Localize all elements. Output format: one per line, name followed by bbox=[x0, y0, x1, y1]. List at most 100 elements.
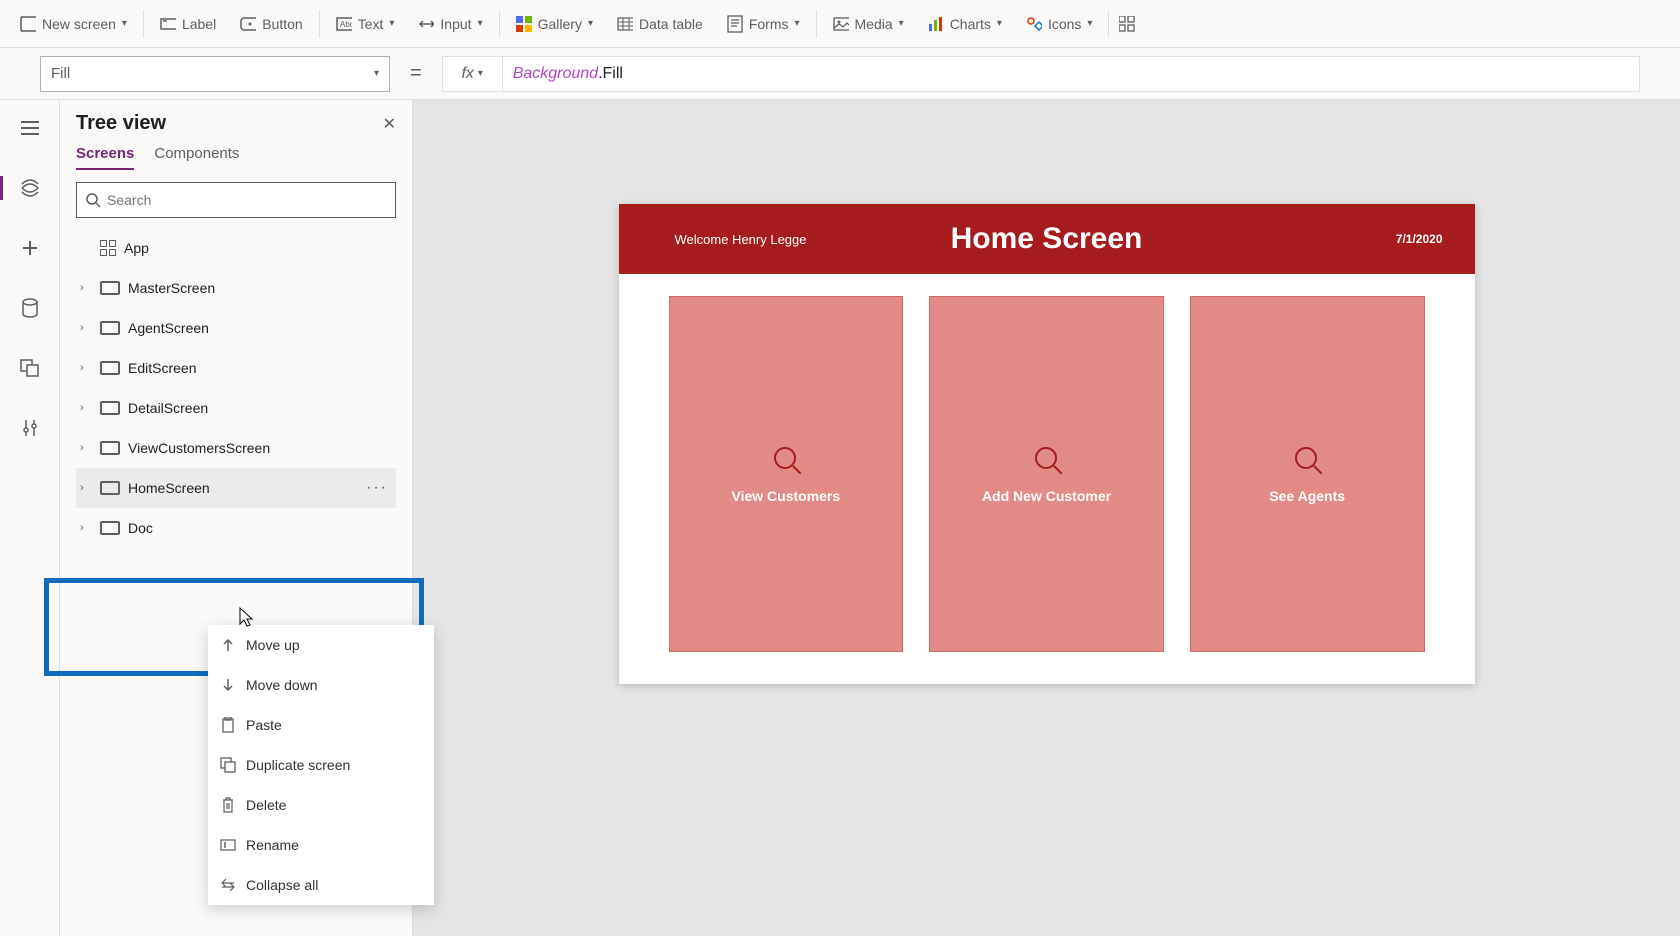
property-value: Fill bbox=[51, 65, 70, 82]
ctx-paste[interactable]: Paste bbox=[208, 705, 434, 745]
input-label: Input bbox=[440, 16, 471, 32]
tree-title: Tree view bbox=[76, 112, 166, 135]
grid-icon bbox=[1119, 16, 1135, 32]
separator bbox=[499, 10, 500, 38]
app-icon bbox=[100, 240, 116, 256]
fx-button[interactable]: fx ▾ bbox=[442, 56, 502, 92]
tree-item-label: AgentScreen bbox=[128, 320, 209, 336]
left-rail bbox=[0, 100, 60, 936]
button-button[interactable]: Button bbox=[228, 1, 314, 47]
chevron-icon: › bbox=[80, 402, 92, 414]
ctx-rename[interactable]: Rename bbox=[208, 825, 434, 865]
tree-view-rail-button[interactable] bbox=[8, 168, 52, 208]
icons-icon bbox=[1026, 16, 1042, 32]
canvas-area[interactable]: Welcome Henry Legge Home Screen 7/1/2020… bbox=[413, 100, 1680, 936]
label-text: Label bbox=[182, 16, 216, 32]
charts-label: Charts bbox=[950, 16, 991, 32]
tree-item-viewcustomersscreen[interactable]: › ViewCustomersScreen bbox=[76, 428, 396, 468]
chevron-down-icon: ▾ bbox=[122, 18, 127, 29]
media-label: Media bbox=[855, 16, 893, 32]
context-menu: Move up Move down Paste Duplicate screen… bbox=[208, 625, 434, 905]
tree-item-editscreen[interactable]: › EditScreen bbox=[76, 348, 396, 388]
forms-icon bbox=[727, 16, 743, 32]
more-options-button[interactable]: ··· bbox=[366, 479, 388, 497]
ctx-label: Duplicate screen bbox=[246, 757, 350, 773]
ctx-move-up[interactable]: Move up bbox=[208, 625, 434, 665]
input-icon bbox=[418, 16, 434, 32]
insert-rail-button[interactable] bbox=[8, 228, 52, 268]
chevron-icon: › bbox=[80, 482, 92, 494]
ctx-label: Collapse all bbox=[246, 877, 318, 893]
tree-item-app[interactable]: › App bbox=[76, 228, 396, 268]
rename-icon bbox=[220, 837, 236, 853]
text-button[interactable]: Abc Text ▾ bbox=[324, 1, 407, 47]
forms-button[interactable]: Forms ▾ bbox=[715, 1, 812, 47]
gallery-button[interactable]: Gallery ▾ bbox=[504, 1, 605, 47]
data-table-button[interactable]: Data table bbox=[605, 1, 715, 47]
screen-icon bbox=[20, 16, 36, 32]
tree-item-agentscreen[interactable]: › AgentScreen bbox=[76, 308, 396, 348]
arrow-down-icon bbox=[220, 677, 236, 693]
tree-item-homescreen[interactable]: › HomeScreen ··· bbox=[76, 468, 396, 508]
search-box[interactable] bbox=[76, 182, 396, 218]
icons-button[interactable]: Icons ▾ bbox=[1014, 1, 1105, 47]
cards-row: View Customers Add New Customer See Agen… bbox=[619, 274, 1475, 674]
card-view-customers[interactable]: View Customers bbox=[669, 296, 904, 652]
ctx-label: Rename bbox=[246, 837, 299, 853]
media-button[interactable]: Media ▾ bbox=[821, 1, 916, 47]
tree-item-doc[interactable]: › Doc bbox=[76, 508, 396, 548]
chevron-down-icon: ▾ bbox=[899, 18, 904, 29]
ctx-label: Delete bbox=[246, 797, 286, 813]
separator bbox=[143, 10, 144, 38]
media-rail-button[interactable] bbox=[8, 348, 52, 388]
tree-list: › App › MasterScreen › AgentScreen › Edi… bbox=[76, 228, 396, 548]
data-table-icon bbox=[617, 16, 633, 32]
chevron-down-icon: ▾ bbox=[374, 68, 379, 79]
fx-label: fx bbox=[461, 65, 473, 83]
tab-screens[interactable]: Screens bbox=[76, 145, 134, 170]
card-see-agents[interactable]: See Agents bbox=[1190, 296, 1425, 652]
button-text: Button bbox=[262, 16, 302, 32]
app-preview-screen[interactable]: Welcome Henry Legge Home Screen 7/1/2020… bbox=[619, 204, 1475, 684]
search-input[interactable] bbox=[107, 192, 387, 208]
icons-label: Icons bbox=[1048, 16, 1081, 32]
screen-icon bbox=[100, 481, 120, 495]
chevron-icon: › bbox=[80, 362, 92, 374]
card-add-customer[interactable]: Add New Customer bbox=[929, 296, 1164, 652]
ctx-collapse-all[interactable]: Collapse all bbox=[208, 865, 434, 905]
chevron-down-icon: ▾ bbox=[478, 18, 483, 29]
hamburger-button[interactable] bbox=[8, 108, 52, 148]
input-button[interactable]: Input ▾ bbox=[406, 1, 494, 47]
chevron-icon: › bbox=[80, 522, 92, 534]
label-button[interactable]: Label bbox=[148, 1, 228, 47]
more-button[interactable] bbox=[1113, 1, 1141, 47]
tree-item-label: MasterScreen bbox=[128, 280, 215, 296]
ctx-delete[interactable]: Delete bbox=[208, 785, 434, 825]
screen-icon bbox=[100, 321, 120, 335]
charts-button[interactable]: Charts ▾ bbox=[916, 1, 1014, 47]
ctx-move-down[interactable]: Move down bbox=[208, 665, 434, 705]
delete-icon bbox=[220, 797, 236, 813]
ctx-duplicate[interactable]: Duplicate screen bbox=[208, 745, 434, 785]
button-icon bbox=[240, 16, 256, 32]
new-screen-button[interactable]: New screen ▾ bbox=[8, 1, 139, 47]
tree-item-masterscreen[interactable]: › MasterScreen bbox=[76, 268, 396, 308]
text-icon: Abc bbox=[336, 16, 352, 32]
data-rail-button[interactable] bbox=[8, 288, 52, 328]
tab-components[interactable]: Components bbox=[154, 145, 239, 170]
screen-icon bbox=[100, 361, 120, 375]
gallery-icon bbox=[516, 16, 532, 32]
search-icon bbox=[1292, 444, 1322, 474]
label-icon bbox=[160, 16, 176, 32]
property-selector[interactable]: Fill ▾ bbox=[40, 56, 390, 92]
tools-rail-button[interactable] bbox=[8, 408, 52, 448]
tree-item-label: App bbox=[124, 240, 149, 256]
gallery-label: Gallery bbox=[538, 16, 582, 32]
search-icon bbox=[1032, 444, 1062, 474]
tree-item-detailscreen[interactable]: › DetailScreen bbox=[76, 388, 396, 428]
formula-input[interactable]: Background.Fill bbox=[502, 56, 1640, 92]
close-icon[interactable]: ✕ bbox=[383, 114, 396, 134]
tree-tabs: Screens Components bbox=[76, 145, 396, 170]
chevron-down-icon: ▾ bbox=[1087, 18, 1092, 29]
separator bbox=[816, 10, 817, 38]
